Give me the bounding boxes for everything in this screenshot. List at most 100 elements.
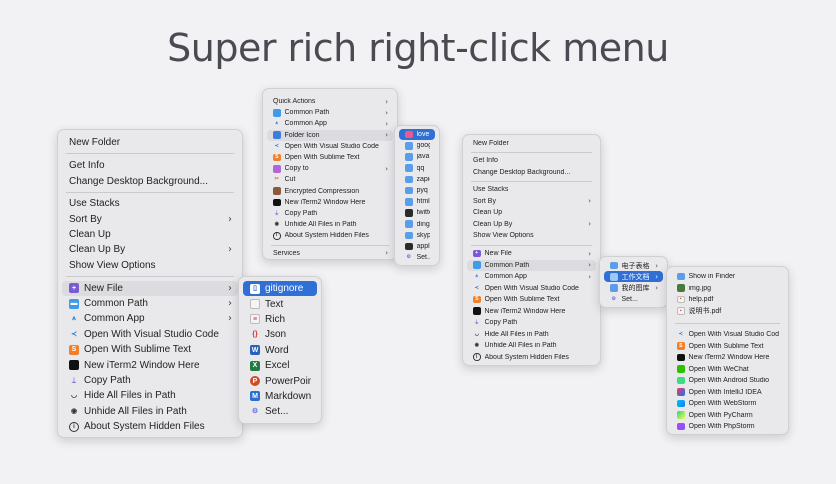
- file-manual-pdf[interactable]: ▪ 说明书.pdf: [671, 306, 784, 317]
- change-background-item[interactable]: Change Desktop Background...: [62, 173, 238, 188]
- open-webstorm-item[interactable]: Open With WebStorm: [671, 398, 784, 409]
- cut-item[interactable]: ✂ Cut: [267, 174, 393, 185]
- folder-icon-settings[interactable]: ⚙ Set...: [399, 252, 435, 263]
- copy-path-item[interactable]: ⍊ Copy Path: [267, 208, 393, 219]
- item-label: pyq: [416, 187, 428, 195]
- unhide-files-item[interactable]: ◉ Unhide All Files in Path: [62, 404, 238, 419]
- chevron-right-icon: ›: [385, 249, 388, 258]
- open-sublime-item[interactable]: S Open With Sublime Text: [467, 294, 596, 305]
- item-label: qq: [416, 164, 425, 172]
- path-spreadsheets[interactable]: 电子表格 ›: [604, 260, 663, 271]
- folder-icon-google[interactable]: google: [399, 140, 435, 151]
- folder-icon-love[interactable]: love: [399, 129, 435, 141]
- open-vscode-item[interactable]: ≺ Open With Visual Studio Code: [467, 283, 596, 294]
- item-label: About System Hidden Files: [284, 232, 369, 240]
- get-info-item[interactable]: Get Info: [62, 158, 238, 173]
- folder-icon-qq[interactable]: qq: [399, 163, 435, 174]
- folder-icon-twitter[interactable]: twitter: [399, 207, 435, 218]
- show-view-options-item[interactable]: Show View Options: [62, 258, 238, 273]
- file-help-pdf[interactable]: ▪ help.pdf: [671, 294, 784, 305]
- path-settings[interactable]: ⚙ Set...: [604, 294, 663, 305]
- show-view-options-item[interactable]: Show View Options: [467, 230, 596, 241]
- common-path-item[interactable]: Common Path ›: [467, 259, 596, 271]
- common-app-item[interactable]: ⩚ Common App ›: [62, 311, 238, 326]
- open-vscode-item[interactable]: ≺ Open With Visual Studio Code: [267, 141, 393, 152]
- common-app-item[interactable]: ⩚ Common App ›: [267, 118, 393, 129]
- copy-path-item[interactable]: ⍊ Copy Path: [467, 317, 596, 328]
- common-app-item[interactable]: ⩚ Common App ›: [467, 271, 596, 282]
- path-my-gallery[interactable]: 我的图库 ›: [604, 282, 663, 293]
- item-label: Open With PhpStorm: [688, 423, 755, 431]
- clean-up-by-item[interactable]: Clean Up By ›: [62, 242, 238, 257]
- new-folder-item[interactable]: New Folder: [467, 138, 596, 149]
- quick-actions-item[interactable]: Quick Actions ›: [267, 96, 393, 107]
- folder-icon-item[interactable]: Folder Icon ›: [267, 129, 393, 141]
- new-file-excel[interactable]: X Excel: [243, 358, 317, 373]
- open-intellij-item[interactable]: Open With IntelliJ IDEA: [671, 387, 784, 398]
- path-work-docs[interactable]: 工作文档 ›: [604, 271, 663, 283]
- new-iterm-item[interactable]: New iTerm2 Window Here: [267, 197, 393, 208]
- new-folder-item[interactable]: New Folder: [62, 135, 238, 150]
- open-pycharm-item[interactable]: Open With PyCharm: [671, 410, 784, 421]
- common-path-item[interactable]: ▬ Common Path ›: [62, 296, 238, 311]
- folder-icon-submenu: love google java qq zapier pyq html5 twi…: [394, 125, 440, 266]
- open-vscode-item[interactable]: ≺ Open With Visual Studio Code: [671, 329, 784, 340]
- change-background-item[interactable]: Change Desktop Background...: [467, 167, 596, 178]
- file-img-jpg[interactable]: img.jpg: [671, 283, 784, 294]
- item-label: Clean Up By: [473, 220, 513, 228]
- unhide-files-item[interactable]: ◉ Unhide All Files in Path: [467, 340, 596, 351]
- folder-icon-java[interactable]: java: [399, 151, 435, 162]
- about-hidden-files-item[interactable]: i About System Hidden Files: [467, 352, 596, 363]
- hide-files-item[interactable]: ◡ Hide All Files in Path: [62, 388, 238, 403]
- folder-icon-pyq[interactable]: pyq: [399, 185, 435, 196]
- open-phpstorm-item[interactable]: Open With PhpStorm: [671, 421, 784, 432]
- new-iterm-item[interactable]: New iTerm2 Window Here: [62, 358, 238, 373]
- clean-up-item[interactable]: Clean Up: [62, 227, 238, 242]
- use-stacks-item[interactable]: Use Stacks: [467, 184, 596, 195]
- item-label: help.pdf: [688, 296, 714, 304]
- folder-icon-apple[interactable]: apple: [399, 241, 435, 252]
- show-in-finder-item[interactable]: Show in Finder: [671, 271, 784, 282]
- open-sublime-item[interactable]: S Open With Sublime Text: [62, 342, 238, 357]
- about-hidden-files-item[interactable]: i About System Hidden Files: [62, 419, 238, 434]
- new-file-json[interactable]: {} Json: [243, 327, 317, 342]
- excel-icon: X: [250, 360, 260, 371]
- folder-icon: [405, 142, 413, 150]
- encrypted-compression-item[interactable]: Encrypted Compression: [267, 186, 393, 197]
- folder-icon-zapier[interactable]: zapier: [399, 174, 435, 185]
- get-info-item[interactable]: Get Info: [467, 155, 596, 166]
- new-file-word[interactable]: W Word: [243, 343, 317, 358]
- open-android-studio-item[interactable]: Open With Android Studio: [671, 375, 784, 386]
- new-file-text[interactable]: Text: [243, 296, 317, 311]
- open-sublime-item[interactable]: S Open With Sublime Text: [671, 341, 784, 352]
- folder-icon-ding[interactable]: ding: [399, 219, 435, 230]
- folder-icon-html5[interactable]: html5: [399, 196, 435, 207]
- new-iterm-item[interactable]: New iTerm2 Window Here: [671, 352, 784, 363]
- new-iterm-item[interactable]: New iTerm2 Window Here: [467, 306, 596, 317]
- item-label: java: [416, 153, 430, 161]
- services-item[interactable]: Services ›: [267, 248, 393, 259]
- clean-up-item[interactable]: Clean Up: [467, 207, 596, 218]
- about-hidden-files-item[interactable]: i About System Hidden Files: [267, 230, 393, 241]
- new-file-item[interactable]: + New File ›: [62, 280, 238, 296]
- unhide-files-item[interactable]: ◉ Unhide All Files in Path: [267, 219, 393, 230]
- new-file-item[interactable]: + New File ›: [467, 248, 596, 259]
- hide-files-item[interactable]: ◡ Hide All Files in Path: [467, 329, 596, 340]
- copy-to-item[interactable]: Copy to ›: [267, 163, 393, 174]
- chevron-right-icon: ›: [385, 97, 388, 106]
- open-vscode-item[interactable]: ≺ Open With Visual Studio Code: [62, 327, 238, 342]
- new-file-settings[interactable]: ⚙ Set...: [243, 404, 317, 419]
- sort-by-item[interactable]: Sort By ›: [62, 211, 238, 226]
- common-path-item[interactable]: Common Path ›: [267, 107, 393, 118]
- sort-by-item[interactable]: Sort By ›: [467, 196, 596, 207]
- open-sublime-item[interactable]: S Open With Sublime Text: [267, 152, 393, 163]
- clean-up-by-item[interactable]: Clean Up By ›: [467, 219, 596, 230]
- new-file-markdown[interactable]: M Markdown: [243, 389, 317, 404]
- open-wechat-item[interactable]: Open With WeChat: [671, 364, 784, 375]
- copy-path-item[interactable]: ⍊ Copy Path: [62, 373, 238, 388]
- new-file-gitignore[interactable]: ▯ gitignore: [243, 281, 317, 297]
- folder-icon-skype[interactable]: skype: [399, 230, 435, 241]
- use-stacks-item[interactable]: Use Stacks: [62, 196, 238, 211]
- new-file-powerpoint[interactable]: P PowerPoint: [243, 373, 317, 388]
- new-file-rich[interactable]: ≡ Rich: [243, 312, 317, 327]
